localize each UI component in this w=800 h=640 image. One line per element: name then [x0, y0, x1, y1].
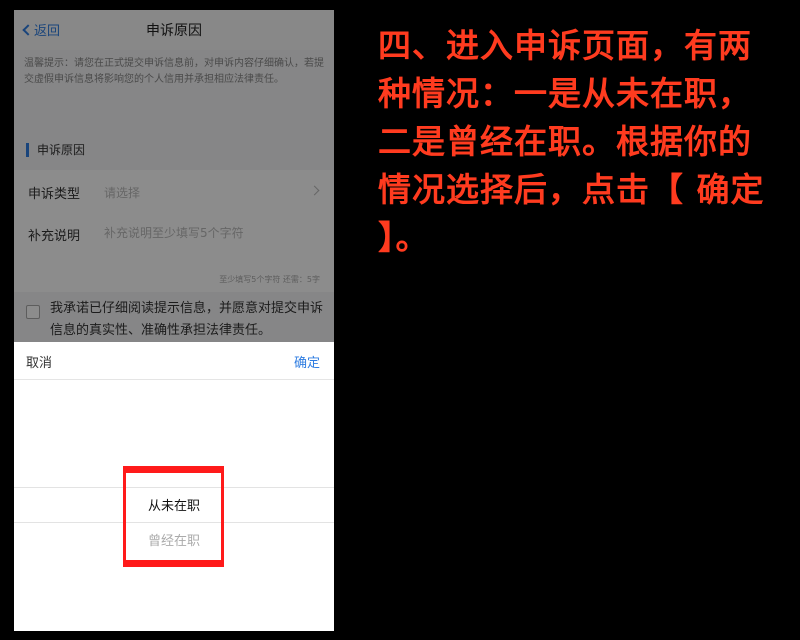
- confirm-button[interactable]: 确定: [294, 352, 320, 371]
- instruction-text: 四、进入申诉页面，有两种情况：一是从未在职，二是曾经在职。根据你的情况选择后，点…: [378, 26, 765, 257]
- highlight-frame: [123, 466, 224, 567]
- picker-toolbar: 取消 确定: [14, 342, 334, 380]
- cancel-button[interactable]: 取消: [26, 352, 52, 371]
